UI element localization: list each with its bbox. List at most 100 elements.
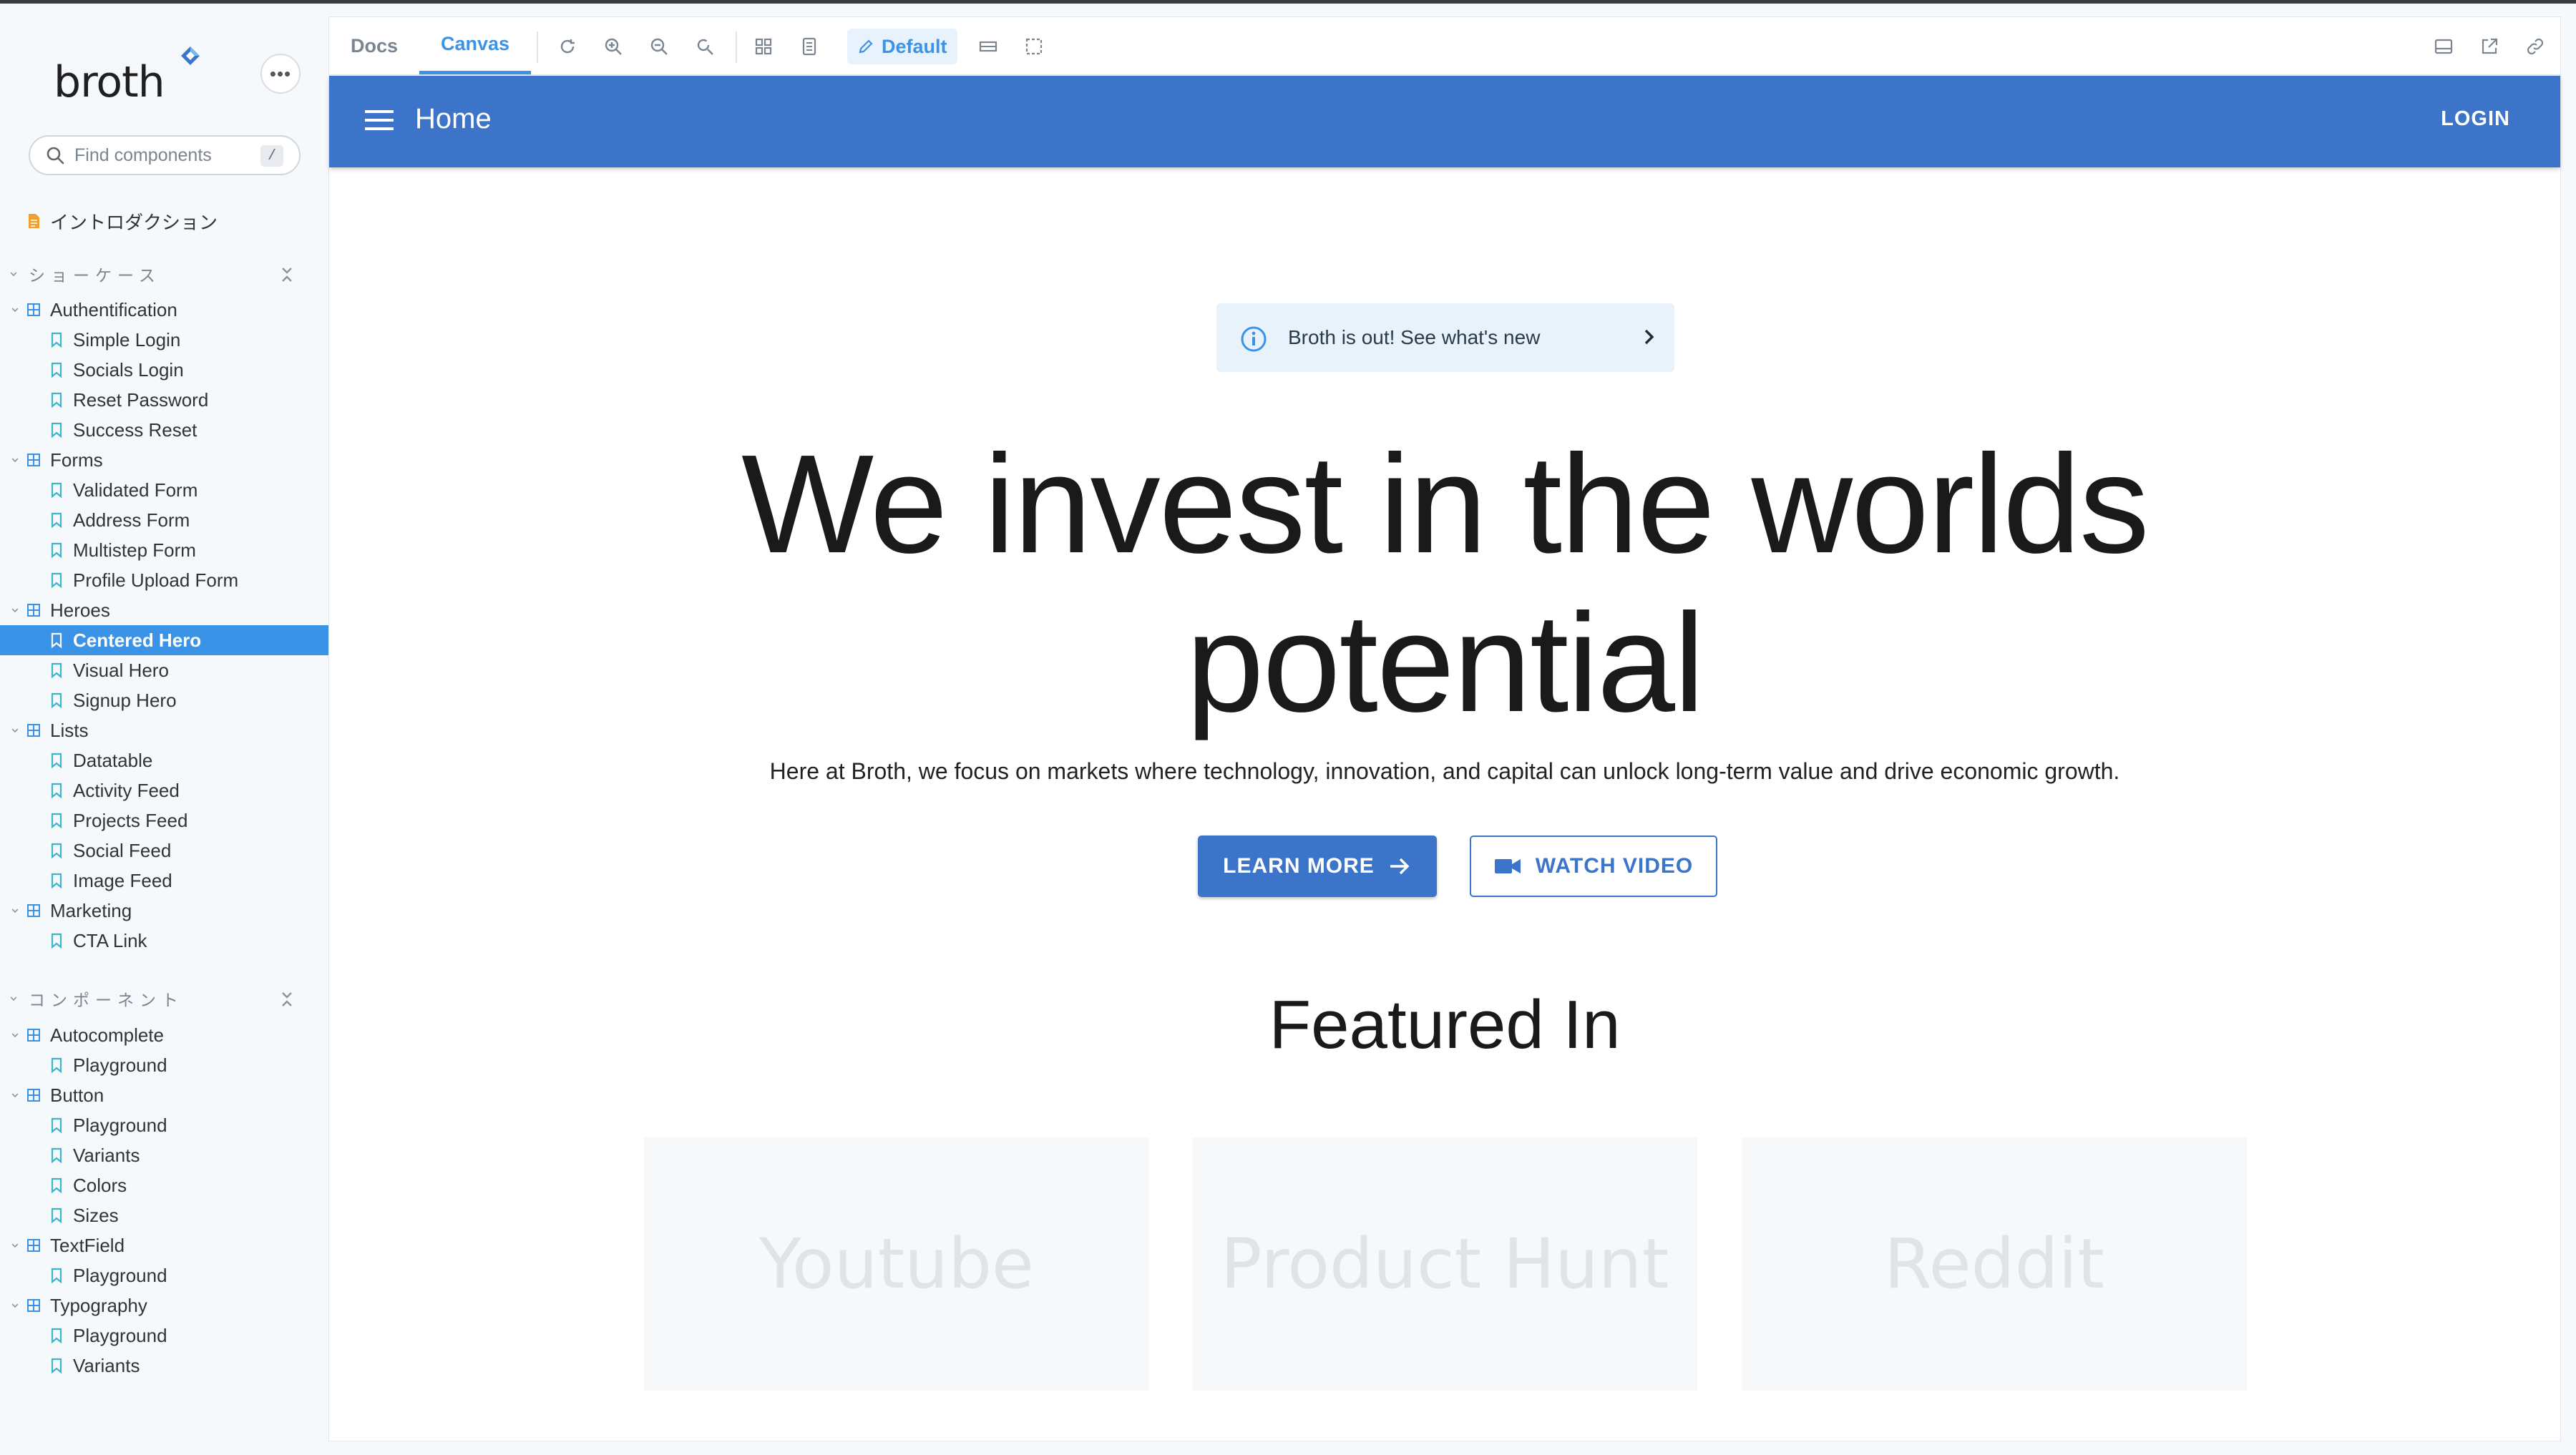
bookmark-icon: [49, 752, 64, 769]
zoom-out-icon: [650, 38, 668, 55]
mode-default-button[interactable]: Default: [847, 29, 957, 64]
chevron-down-icon: [10, 1240, 20, 1250]
bookmark-icon: [49, 331, 64, 348]
sidebar-story-item[interactable]: Social Feed: [0, 836, 329, 866]
sidebar-story-item[interactable]: Multistep Form: [0, 535, 329, 565]
measure-button[interactable]: [976, 34, 1000, 59]
sidebar-story-item[interactable]: Image Feed: [0, 866, 329, 896]
sidebar-story-item[interactable]: Colors: [0, 1170, 329, 1200]
search-input[interactable]: [74, 144, 253, 166]
bookmark-icon: [49, 1117, 64, 1134]
chevron-down-icon: [11, 308, 19, 313]
sidebar-group-button[interactable]: Button: [0, 1080, 329, 1110]
sidebar-story-item[interactable]: Playground: [0, 1260, 329, 1290]
component-group-icon: [27, 604, 40, 617]
component-group-icon: [26, 1087, 42, 1104]
sidebar-story-item[interactable]: Address Form: [0, 505, 329, 535]
sidebar-story-item[interactable]: Activity Feed: [0, 775, 329, 805]
sidebar-story-item[interactable]: Playground: [0, 1110, 329, 1140]
sidebar-story-label: Playground: [73, 1054, 167, 1076]
sidebar-group-typography[interactable]: Typography: [0, 1290, 329, 1321]
sidebar-story-item[interactable]: Playground: [0, 1050, 329, 1080]
sidebar-group-heroes[interactable]: Heroes: [0, 595, 329, 625]
sidebar-story-item[interactable]: Playground: [0, 1321, 329, 1351]
sidebar-story-item[interactable]: Sizes: [0, 1200, 329, 1230]
component-group-icon: [27, 1029, 40, 1042]
sidebar-story-item[interactable]: Socials Login: [0, 355, 329, 385]
bookmark-icon: [49, 1057, 64, 1074]
reload-button[interactable]: [555, 34, 580, 59]
sidebar-story-label: Simple Login: [73, 328, 181, 351]
background-icon: [802, 37, 816, 56]
open-new-tab-button[interactable]: [2477, 34, 2502, 59]
tab-docs[interactable]: Docs: [351, 17, 398, 74]
sidebar-story-item[interactable]: Visual Hero: [0, 655, 329, 685]
sidebar-story-label: Address Form: [73, 509, 190, 531]
sidebar-section-header[interactable]: ショーケース: [0, 260, 329, 288]
sidebar-section-header[interactable]: コンポーネント: [0, 984, 329, 1013]
component-group-icon: [27, 454, 40, 466]
announcement-banner[interactable]: Broth is out! See what's new: [1216, 303, 1674, 372]
sidebar-group-label: Autocomplete: [50, 1024, 164, 1046]
zoom-out-button[interactable]: [647, 34, 671, 59]
zoom-in-button[interactable]: [601, 34, 625, 59]
menu-icon[interactable]: [365, 109, 394, 132]
sidebar-story-label: Variants: [73, 1144, 140, 1166]
chevron-down-icon: [11, 608, 19, 613]
bookmark-icon: [49, 872, 64, 889]
sidebar-story-item[interactable]: Validated Form: [0, 475, 329, 505]
component-group-icon: [26, 722, 42, 739]
hero-title-line2: potential: [1186, 584, 1704, 741]
sidebar-story-item[interactable]: Variants: [0, 1351, 329, 1381]
sidebar-story-label: Centered Hero: [73, 629, 202, 651]
sidebar-story-label: Sizes: [73, 1204, 119, 1226]
sidebar-item-introduction[interactable]: イントロダクション: [0, 204, 329, 238]
collapse-all-icon[interactable]: [279, 266, 295, 282]
collapse-all-icon[interactable]: [279, 991, 295, 1006]
outline-button[interactable]: [1022, 34, 1046, 59]
sidebar-story-item[interactable]: Simple Login: [0, 325, 329, 355]
sidebar-story-item[interactable]: Signup Hero: [0, 685, 329, 715]
component-group-icon: [27, 1089, 40, 1102]
reset-zoom-button[interactable]: [693, 34, 717, 59]
document-icon: [26, 212, 42, 230]
more-options-button[interactable]: •••: [260, 54, 301, 94]
sidebar-story-item[interactable]: Centered Hero: [0, 625, 329, 655]
sidebar-story-item[interactable]: Reset Password: [0, 385, 329, 415]
sidebar-story-label: Colors: [73, 1174, 127, 1196]
sidebar-group-autocomplete[interactable]: Autocomplete: [0, 1020, 329, 1050]
brand-logo[interactable]: broth: [54, 46, 200, 104]
sidebar-story-item[interactable]: Projects Feed: [0, 805, 329, 836]
sidebar-group-authentification[interactable]: Authentification: [0, 295, 329, 325]
tab-canvas[interactable]: Canvas: [419, 17, 532, 74]
background-button[interactable]: [797, 34, 821, 59]
featured-logo-card: Youtube: [644, 1137, 1149, 1391]
grid-button[interactable]: [751, 34, 776, 59]
watch-video-button[interactable]: WATCH VIDEO: [1470, 836, 1717, 897]
sidebar-group-label: Button: [50, 1084, 104, 1106]
sidebar-story-item[interactable]: Datatable: [0, 745, 329, 775]
sidebar-group-marketing[interactable]: Marketing: [0, 896, 329, 926]
sidebar-group-label: TextField: [50, 1234, 125, 1256]
collapse-all-icon: [282, 992, 292, 1006]
sidebar-story-item[interactable]: CTA Link: [0, 926, 329, 956]
search-box[interactable]: /: [29, 135, 301, 175]
copy-link-button[interactable]: [2523, 34, 2547, 59]
reset-zoom-icon: [697, 39, 713, 55]
bookmark-icon: [51, 332, 62, 348]
component-group-icon: [26, 451, 42, 469]
sidebar-group-lists[interactable]: Lists: [0, 715, 329, 745]
bookmark-icon: [49, 421, 64, 439]
sidebar-story-label: Social Feed: [73, 839, 172, 861]
toggle-panel-button[interactable]: [2431, 34, 2456, 59]
sidebar-story-item[interactable]: Profile Upload Form: [0, 565, 329, 595]
chevron-down-icon: [10, 1300, 20, 1311]
bookmark-icon: [51, 1147, 62, 1164]
login-button[interactable]: LOGIN: [2441, 107, 2510, 131]
chevron-down-icon: [11, 1033, 19, 1038]
sidebar-story-item[interactable]: Success Reset: [0, 415, 329, 445]
sidebar-group-textfield[interactable]: TextField: [0, 1230, 329, 1260]
sidebar-group-forms[interactable]: Forms: [0, 445, 329, 475]
sidebar-story-item[interactable]: Variants: [0, 1140, 329, 1170]
learn-more-button[interactable]: LEARN MORE: [1198, 836, 1437, 897]
